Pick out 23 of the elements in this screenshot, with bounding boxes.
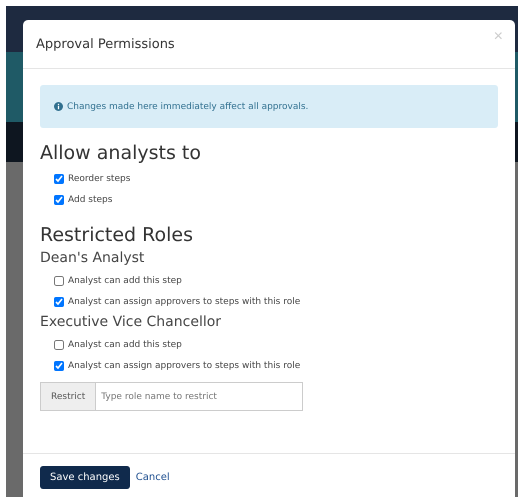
role-name: Dean's Analyst xyxy=(40,250,146,266)
checkbox[interactable] xyxy=(54,296,64,306)
checkbox[interactable] xyxy=(54,194,64,204)
checkbox-label: Analyst can add this step xyxy=(68,340,182,350)
cancel-link[interactable]: Cancel xyxy=(134,466,172,489)
checkbox[interactable] xyxy=(54,340,64,350)
section-heading: Restricted Roles xyxy=(40,224,194,246)
checkbox[interactable] xyxy=(54,360,64,370)
save-button[interactable]: Save changes xyxy=(40,466,130,489)
checkbox-label: Add steps xyxy=(68,194,112,204)
checkbox-label: Analyst can assign approvers to steps with this role xyxy=(68,296,300,306)
checkbox-label: Analyst can add this step xyxy=(68,276,182,286)
checkbox-label: Reorder steps xyxy=(68,174,130,184)
role-name: Executive Vice Chancellor xyxy=(40,314,222,330)
section-heading: Allow analysts to xyxy=(40,142,202,164)
alert-message: Changes made here immediately affect all approvals. xyxy=(67,102,308,112)
checkbox-label: Analyst can assign approvers to steps with this role xyxy=(68,360,300,370)
checkbox[interactable] xyxy=(54,276,64,286)
checkbox[interactable] xyxy=(54,174,64,184)
restrict-addon: Restrict xyxy=(40,382,96,411)
role-input-field[interactable]: Type role name to restrict xyxy=(95,382,304,411)
modal-title: Approval Permissions xyxy=(36,36,175,52)
info-icon xyxy=(54,102,63,111)
